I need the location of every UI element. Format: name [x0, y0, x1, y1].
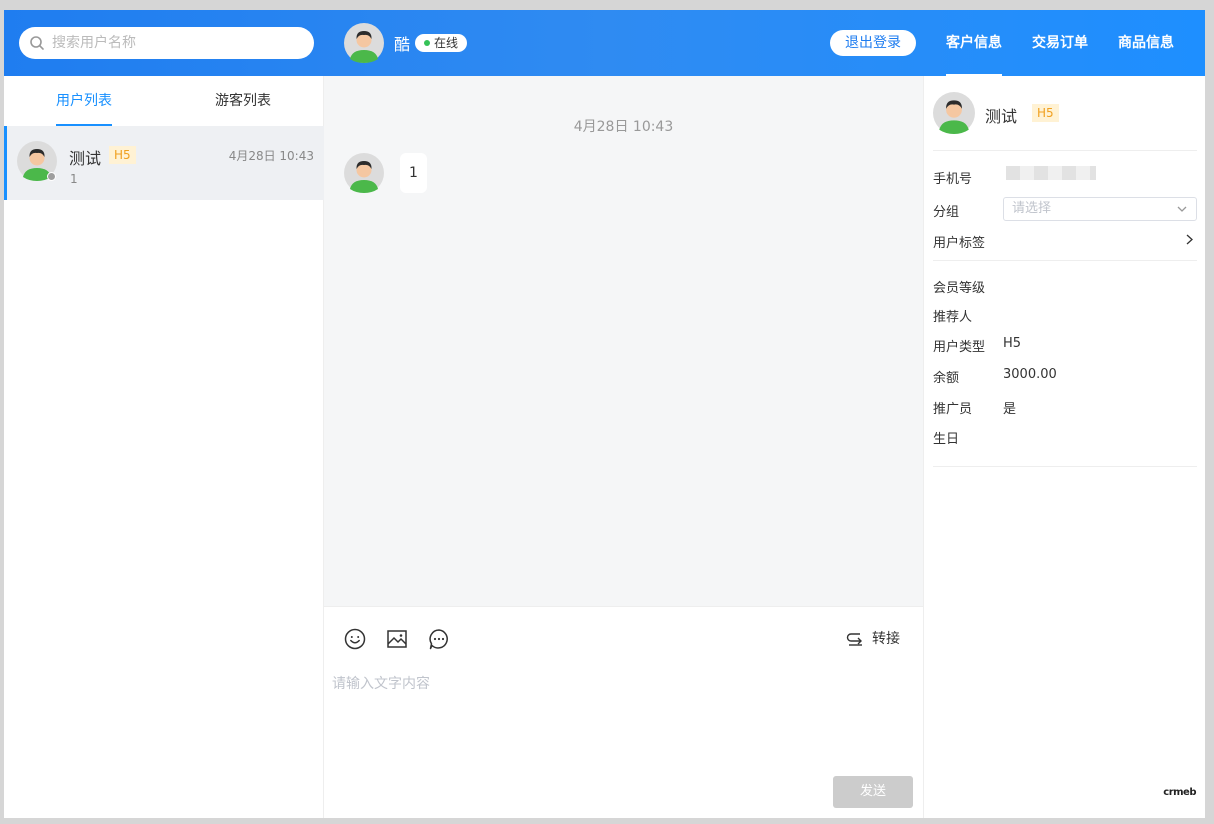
referrer-label: 推荐人 — [933, 310, 973, 325]
user-type-tag: H5 — [109, 146, 136, 164]
emoji-icon[interactable] — [343, 627, 367, 651]
tab-guest-list[interactable]: 游客列表 — [215, 76, 271, 126]
customer-type-tag: H5 — [1032, 104, 1059, 122]
user-list-panel: 用户列表 游客列表 测试 H5 4月28日 10:43 1 — [4, 76, 324, 818]
user-last-message: 1 — [70, 172, 78, 186]
customer-name: 测试 — [985, 107, 1018, 126]
group-label: 分组 — [933, 205, 960, 220]
tab-orders[interactable]: 交易订单 — [1032, 10, 1088, 76]
user-name: 测试 — [69, 149, 102, 168]
divider — [933, 466, 1197, 467]
chat-panel: 4月28日 10:43 1 转接 请输入文字内容 发送 — [324, 76, 923, 818]
tab-user-list[interactable]: 用户列表 — [56, 76, 112, 126]
customer-avatar — [933, 92, 975, 134]
user-search-box[interactable] — [19, 27, 314, 59]
promoter-value: 是 — [1003, 402, 1017, 417]
tab-customer-info[interactable]: 客户信息 — [946, 10, 1002, 76]
online-status-badge: 在线 — [415, 34, 468, 52]
agent-name: 酷 — [394, 35, 411, 54]
phone-label: 手机号 — [933, 172, 973, 187]
quick-reply-icon[interactable] — [427, 627, 451, 651]
promoter-label: 推广员 — [933, 402, 973, 417]
send-button[interactable]: 发送 — [833, 776, 913, 808]
tab-goods[interactable]: 商品信息 — [1118, 10, 1174, 76]
online-status-text: 在线 — [434, 36, 459, 50]
user-list-item[interactable]: 测试 H5 4月28日 10:43 1 — [4, 126, 324, 200]
search-icon — [30, 36, 44, 50]
chat-timestamp: 4月28日 10:43 — [573, 119, 674, 135]
user-tags-row[interactable]: 用户标签 — [933, 230, 1197, 251]
transfer-label: 转接 — [872, 631, 900, 647]
logout-button[interactable]: 退出登录 — [830, 30, 916, 56]
search-input[interactable] — [52, 33, 302, 53]
chevron-right-icon — [1186, 234, 1193, 245]
balance-value: 3000.00 — [1003, 367, 1057, 382]
transfer-button[interactable]: 转接 — [846, 629, 900, 649]
group-select[interactable]: 请选择 — [1003, 197, 1197, 221]
message-composer: 转接 发送 — [324, 606, 923, 818]
user-last-time: 4月28日 10:43 — [228, 149, 314, 163]
chevron-down-icon — [1177, 206, 1187, 212]
offline-dot-icon — [47, 172, 56, 181]
online-dot-icon — [424, 40, 430, 46]
message-input[interactable] — [332, 673, 912, 763]
user-type-label: 用户类型 — [933, 340, 986, 355]
message-bubble: 1 — [400, 153, 427, 193]
app-window: 酷 在线 退出登录 客户信息 交易订单 商品信息 用户列表 游客列表 测试 H5… — [4, 10, 1205, 818]
level-label: 会员等级 — [933, 281, 986, 296]
user-type-value: H5 — [1003, 336, 1022, 351]
tags-label: 用户标签 — [933, 236, 986, 251]
balance-label: 余额 — [933, 371, 960, 386]
group-select-placeholder: 请选择 — [1012, 201, 1052, 216]
agent-avatar — [344, 23, 384, 63]
top-header: 酷 在线 退出登录 客户信息 交易订单 商品信息 — [4, 10, 1205, 76]
divider — [933, 260, 1197, 261]
brand-logo: crmeb — [1163, 787, 1196, 798]
image-icon[interactable] — [385, 627, 409, 651]
transfer-icon — [846, 633, 862, 646]
message-avatar — [344, 153, 384, 193]
customer-info-panel: 测试 H5 手机号 分组 请选择 用户标签 会员等级 推荐人 用户类型 H5 余… — [923, 76, 1205, 818]
divider — [933, 150, 1197, 151]
birthday-label: 生日 — [933, 432, 960, 447]
phone-value-masked — [1006, 166, 1096, 180]
